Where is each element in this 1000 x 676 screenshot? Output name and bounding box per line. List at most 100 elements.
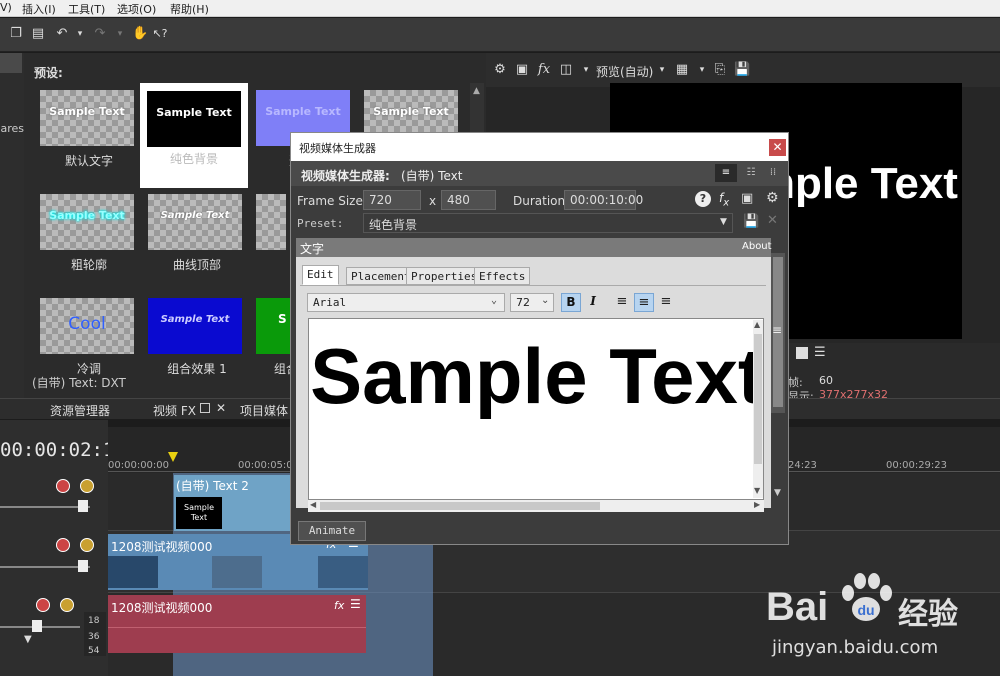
fx-icon[interactable]: fx <box>536 62 552 78</box>
save-snapshot-icon[interactable]: 💾 <box>734 62 750 78</box>
gear-icon[interactable]: ⚙ <box>492 62 508 78</box>
fx-icon[interactable]: fx <box>334 599 344 612</box>
frame-width-field[interactable]: 720 <box>363 190 421 210</box>
preset-tile-6[interactable] <box>246 189 286 289</box>
gear-icon[interactable]: ⚙ <box>766 190 779 206</box>
redo-icon[interactable]: ↷ <box>92 26 108 42</box>
frame-size-label: Frame Size: <box>297 194 367 208</box>
animate-button[interactable]: Animate <box>298 521 366 541</box>
detail-view-icon[interactable]: ☷ <box>741 164 761 182</box>
tab-edit[interactable]: Edit <box>302 265 339 285</box>
preset-tile-solid-background[interactable]: Sample Text 纯色背景 <box>140 83 248 188</box>
frame-height-field[interactable]: 480 <box>441 190 496 210</box>
font-select[interactable]: Arial ⌄ <box>307 293 505 312</box>
menu-item-options[interactable]: 选项(O) <box>117 1 156 17</box>
edit-horizontal-scrollbar[interactable]: ◀ ▶ <box>308 500 764 512</box>
level-slider[interactable] <box>0 566 90 568</box>
solo-icon[interactable] <box>80 479 94 493</box>
dialog-titlebar[interactable]: 视频媒体生成器 ✕ <box>291 133 788 161</box>
delete-preset-icon[interactable]: ✕ <box>767 213 778 228</box>
menu-item-insert[interactable]: 插入(I) <box>22 1 56 17</box>
volume-slider-thumb[interactable] <box>32 620 42 632</box>
main-toolbar: ❐ ▤ ↶ ▾ ↷ ▾ ✋ ↖? <box>0 18 1000 52</box>
menu-item-tools[interactable]: 工具(T) <box>68 1 105 17</box>
preset-tile-combo-1[interactable]: Sample Text 组合效果 1 <box>138 293 246 393</box>
font-size-value: 72 <box>516 296 530 309</box>
grid-dropdown-icon[interactable]: ▾ <box>694 62 710 78</box>
align-center-icon[interactable]: ≡ <box>634 293 654 312</box>
maximize-icon[interactable] <box>200 403 210 413</box>
preview-quality-arrow-icon[interactable]: ▾ <box>654 62 670 78</box>
preset-thumbnail <box>256 194 286 250</box>
edit-vertical-scrollbar[interactable]: ▲ ▼ <box>753 320 763 498</box>
undo-icon[interactable]: ↶ <box>54 26 70 42</box>
menu-item-help[interactable]: 帮助(H) <box>170 1 209 17</box>
track-expand-icon[interactable]: ▼ <box>24 634 32 645</box>
preview-icon[interactable]: ▣ <box>741 191 753 206</box>
tab-video-fx[interactable]: 视频 FX <box>153 402 196 419</box>
copy-icon[interactable]: ❐ <box>8 26 24 42</box>
preset-label: 纯色背景 <box>169 152 218 166</box>
level-slider-thumb[interactable] <box>78 560 88 572</box>
generator-value: (自带) Text <box>401 169 463 183</box>
tab-project-media[interactable]: 项目媒体 <box>240 402 288 419</box>
paw-icon: du <box>842 573 892 621</box>
text-clip[interactable]: (自带) Text 2 Sample Text <box>174 475 292 531</box>
grid-view-icon[interactable]: ⁞⁞ <box>763 164 783 182</box>
solo-icon[interactable] <box>80 538 94 552</box>
bold-button[interactable]: B <box>561 293 581 312</box>
ruler-mark: 00:00:05:0 <box>238 460 293 471</box>
list-view-icon[interactable]: ≡ <box>715 164 737 182</box>
font-size-select[interactable]: 72 ⌄ <box>510 293 554 312</box>
duration-field[interactable]: 00:00:10:00 <box>564 190 643 210</box>
split-dropdown-icon[interactable]: ▾ <box>578 62 594 78</box>
clip-menu-icon[interactable]: ☰ <box>350 597 361 611</box>
mute-icon[interactable] <box>56 538 70 552</box>
panel-menu-icon[interactable]: ≡ <box>772 323 782 337</box>
help-icon[interactable]: ? <box>695 191 711 207</box>
paste-icon[interactable]: ▤ <box>30 26 46 42</box>
device-icon[interactable]: ▣ <box>514 62 530 78</box>
italic-button[interactable]: I <box>584 293 602 312</box>
align-left-icon[interactable]: ≡ <box>612 293 632 312</box>
level-slider-thumb[interactable] <box>78 500 88 512</box>
copy-snapshot-icon[interactable]: ⎘ <box>712 62 728 78</box>
tab-effects[interactable]: Effects <box>474 267 531 285</box>
solo-icon[interactable] <box>60 598 74 612</box>
hand-icon[interactable]: ✋ <box>132 26 148 42</box>
mute-icon[interactable] <box>56 479 70 493</box>
redo-dropdown-icon[interactable]: ▾ <box>112 26 128 42</box>
close-tab-icon[interactable]: ✕ <box>216 401 226 415</box>
tab-properties[interactable]: Properties <box>406 267 483 285</box>
meter-label: 36 <box>88 632 100 642</box>
square-icon[interactable] <box>796 347 808 359</box>
playhead-marker[interactable] <box>168 452 178 462</box>
save-preset-icon[interactable]: 💾 <box>743 214 759 229</box>
preset-tile-arc-top[interactable]: Sample Text 曲线顶部 <box>138 189 246 289</box>
menu-item-view[interactable]: V) <box>0 1 12 14</box>
text-edit-area[interactable]: Sample Text <box>308 318 764 500</box>
fx-icon[interactable]: fx <box>719 191 729 208</box>
chevron-down-icon: ⌄ <box>491 295 498 306</box>
preview-quality-dropdown[interactable]: 预览(自动) <box>596 63 653 80</box>
mute-icon[interactable] <box>36 598 50 612</box>
thumb-text: Sample Text <box>160 210 230 221</box>
meter-label: 54 <box>88 646 100 656</box>
menu-icon[interactable]: ☰ <box>814 345 826 360</box>
split-screen-icon[interactable]: ◫ <box>558 62 574 78</box>
preset-tile-thick-outline[interactable]: Sample Text 粗轮廓 <box>30 189 138 289</box>
preset-label: 默认文字 <box>64 154 113 168</box>
whats-this-icon[interactable]: ↖? <box>152 26 168 42</box>
tab-explorer[interactable]: 资源管理器 <box>50 402 110 419</box>
align-right-icon[interactable]: ≡ <box>656 293 676 312</box>
audio-clip[interactable]: 1208测试视频000 fx ☰ <box>108 595 366 653</box>
about-link[interactable]: About <box>742 241 772 252</box>
preset-tile-combo-2[interactable]: S 组合 <box>246 293 290 393</box>
preset-dropdown[interactable]: 纯色背景 ▼ <box>363 213 733 233</box>
preset-tile-default[interactable]: Sample Text 默认文字 <box>30 85 138 185</box>
close-icon[interactable]: ✕ <box>769 139 786 156</box>
undo-dropdown-icon[interactable]: ▾ <box>72 26 88 42</box>
level-slider[interactable] <box>0 506 90 508</box>
panel-scroll-down-icon[interactable]: ▼ <box>774 488 781 498</box>
grid-icon[interactable]: ▦ <box>674 62 690 78</box>
